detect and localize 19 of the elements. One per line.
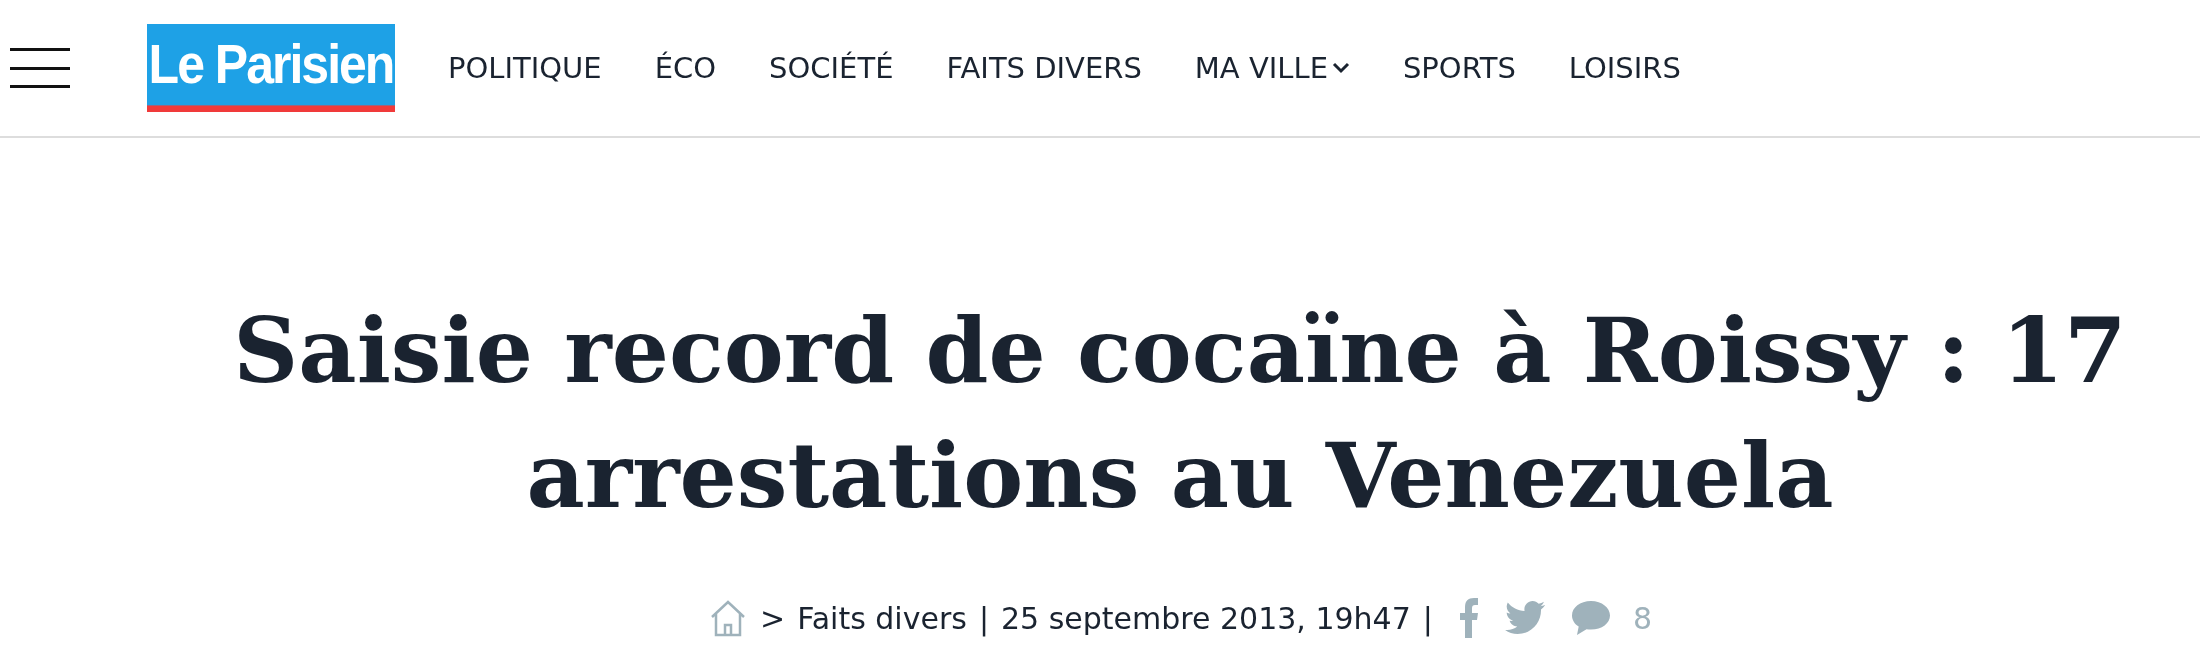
nav-link[interactable]: FAITS DIVERS xyxy=(946,51,1142,85)
chevron-down-icon xyxy=(1331,62,1350,74)
nav-link[interactable]: ÉCO xyxy=(654,51,717,85)
breadcrumb-separator: > xyxy=(760,600,786,636)
nav-link[interactable]: SPORTS xyxy=(1402,51,1516,85)
facebook-icon[interactable] xyxy=(1458,598,1479,638)
divider: | xyxy=(1422,600,1433,636)
nav-link[interactable]: MA VILLE xyxy=(1194,51,1350,85)
speech-bubble-icon[interactable] xyxy=(1570,600,1611,636)
divider: | xyxy=(978,600,989,636)
menu-button[interactable] xyxy=(10,48,70,88)
comment-count: 8 xyxy=(1632,600,1652,636)
nav-link[interactable]: LOISIRS xyxy=(1568,51,1681,85)
section-link[interactable]: Faits divers xyxy=(797,600,967,636)
nav-link[interactable]: SOCIÉTÉ xyxy=(769,51,894,85)
publish-date: 25 septembre 2013, 19h47 xyxy=(1001,600,1411,636)
article-headline: Saisie record de cocaïne à Roissy : 17 arrestations au Venezuela xyxy=(232,296,2128,530)
bird-icon[interactable] xyxy=(1504,601,1545,635)
nav-link[interactable]: POLITIQUE xyxy=(448,51,602,85)
